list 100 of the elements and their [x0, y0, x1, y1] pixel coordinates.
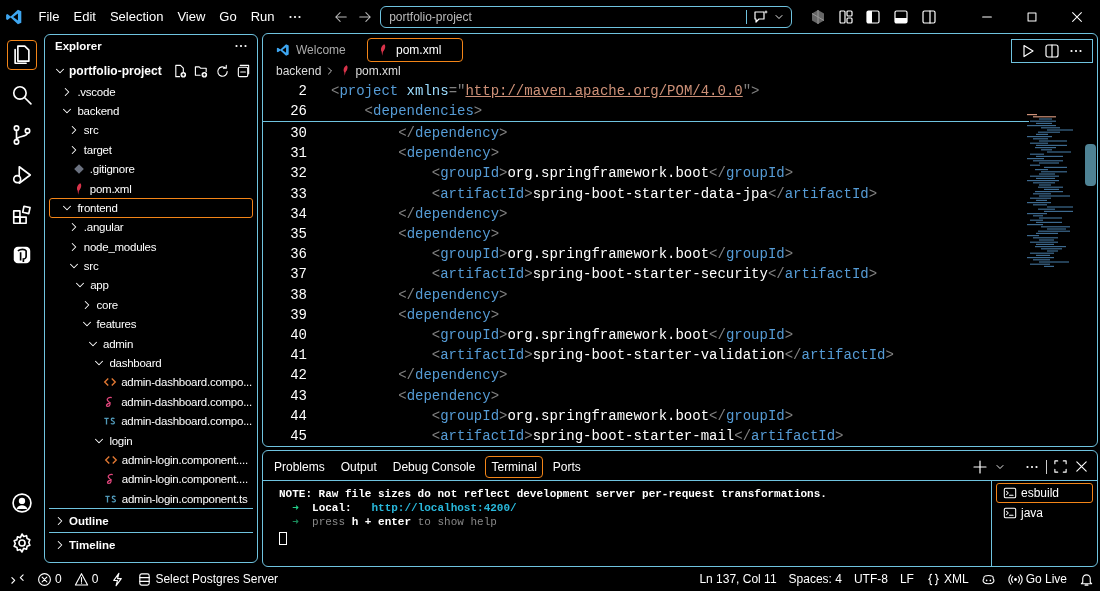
editor-tab[interactable]: pom.xml: [367, 37, 463, 62]
line-number: 32: [289, 165, 307, 182]
code-line: <artifactId>spring-boot-starter-security</artifactId>: [430, 266, 878, 283]
branch-icon: [11, 124, 33, 146]
collapse-all-icon[interactable]: [236, 63, 251, 79]
line-number: 41: [289, 347, 307, 364]
vscode-logo-icon[interactable]: [4, 7, 23, 26]
panel-tab[interactable]: Problems: [268, 455, 331, 478]
line-number: 37: [289, 266, 307, 283]
tree-item[interactable]: target: [49, 140, 253, 160]
status-item[interactable]: Select Postgres Server: [137, 571, 279, 587]
section-header[interactable]: Timeline: [49, 532, 253, 557]
tree-item[interactable]: dashboard: [49, 353, 253, 373]
line-number: 44: [289, 407, 307, 424]
status-item[interactable]: 0: [37, 571, 62, 587]
tree-item[interactable]: admin-login.component.ts: [49, 489, 253, 509]
menu-item[interactable]: File: [31, 9, 67, 24]
files-tab[interactable]: [7, 40, 37, 70]
remote-button[interactable]: [10, 571, 25, 587]
layout-icon[interactable]: [837, 8, 854, 25]
explorer-title: Explorer: [55, 40, 103, 53]
editor-tab[interactable]: Welcome: [267, 37, 363, 62]
panel-tab[interactable]: Ports: [546, 455, 587, 478]
panel-tab[interactable]: Debug Console: [386, 455, 482, 478]
line-number: 34: [289, 205, 307, 222]
chat-sparkle-icon[interactable]: [753, 8, 770, 25]
tree-item[interactable]: src: [49, 120, 253, 141]
tree-item[interactable]: admin-login.component....: [49, 469, 253, 490]
status-item[interactable]: UTF-8: [853, 571, 888, 587]
tree-item[interactable]: admin-login.component....: [49, 450, 253, 470]
menu-item[interactable]: Run: [243, 9, 282, 24]
menu-item[interactable]: Go: [212, 9, 244, 24]
line-number: 38: [289, 286, 307, 303]
line-number: 35: [289, 226, 307, 243]
panel-tab[interactable]: Terminal: [485, 455, 543, 478]
tree-item[interactable]: login: [49, 430, 253, 451]
add-icon[interactable]: [972, 458, 988, 475]
bottom-panel-icon[interactable]: [892, 8, 909, 25]
remote-icon: [10, 571, 25, 587]
maximize-icon[interactable]: [1024, 9, 1039, 24]
status-item[interactable]: Ln 137, Col 11: [699, 571, 777, 587]
project-root[interactable]: portfolio-project: [45, 60, 257, 82]
tree-item[interactable]: node_modules: [49, 237, 253, 257]
files-icon: [11, 44, 33, 66]
split-editor-icon[interactable]: [1044, 42, 1060, 59]
refresh-icon[interactable]: [215, 63, 230, 79]
scrollbar-thumb[interactable]: [1085, 144, 1096, 186]
status-item[interactable]: 0: [73, 571, 99, 587]
tree-item[interactable]: src: [49, 256, 253, 276]
tree-item[interactable]: admin-dashboard.compo...: [49, 392, 253, 412]
bell-button[interactable]: [1079, 571, 1094, 587]
new-file-icon[interactable]: [173, 63, 188, 79]
code-line: <groupId>org.springframework.boot</groupId>: [430, 326, 794, 343]
tree-item[interactable]: .angular: [49, 217, 253, 237]
run-icon[interactable]: [1020, 42, 1036, 59]
code-line: <groupId>org.springframework.boot</groupId>: [430, 165, 794, 182]
tree-item[interactable]: app: [49, 275, 253, 296]
status-item[interactable]: XML: [925, 571, 969, 587]
panel-tab[interactable]: Output: [334, 455, 383, 478]
menu-item[interactable]: Selection: [102, 9, 171, 24]
tree-item[interactable]: .vscode: [49, 81, 253, 102]
status-item[interactable]: LF: [899, 571, 914, 587]
code-line: <artifactId>spring-boot-starter-mail</artifactId>: [430, 427, 844, 444]
menu-item[interactable]: Edit: [66, 9, 103, 24]
tree-item[interactable]: admin: [49, 333, 253, 354]
back-arrow-icon[interactable]: [333, 9, 348, 24]
code-line: </dependency>: [397, 286, 508, 303]
code-line: <groupId>org.springframework.boot</groupId>: [430, 246, 794, 263]
forward-arrow-icon[interactable]: [358, 9, 373, 24]
tree-item[interactable]: frontend: [49, 198, 253, 218]
new-folder-icon[interactable]: [194, 63, 209, 79]
menu-item[interactable]: View: [170, 9, 213, 24]
line-number: 36: [289, 246, 307, 263]
line-number: 42: [289, 367, 307, 384]
status-item[interactable]: Go Live: [1007, 571, 1067, 587]
left-sidebar-icon[interactable]: [865, 8, 882, 25]
terminal-session[interactable]: java: [996, 503, 1093, 523]
tree-item[interactable]: .gitignore: [49, 159, 253, 179]
code-line: <groupId>org.springframework.boot</groupId>: [430, 407, 794, 424]
breadcrumb-item[interactable]: pom.xml: [355, 63, 401, 78]
broadcast-icon: [1007, 571, 1023, 587]
close-icon[interactable]: [1074, 459, 1089, 474]
status-item[interactable]: Spaces: 4: [788, 571, 842, 587]
tree-item[interactable]: core: [49, 295, 253, 315]
database-icon: [137, 571, 153, 587]
tree-item[interactable]: features: [49, 314, 253, 334]
section-header[interactable]: Outline: [49, 508, 253, 533]
command-center[interactable]: portfolio-project: [380, 5, 793, 28]
terminal-session[interactable]: esbuild: [996, 483, 1093, 503]
breadcrumb-item[interactable]: backend: [276, 63, 322, 78]
tree-item[interactable]: admin-dashboard.compo...: [49, 411, 253, 431]
right-sidebar-icon[interactable]: [920, 8, 937, 25]
close-icon[interactable]: [1070, 9, 1085, 24]
code-line: <project xmlns="http://maven.apache.org/POM/4.0.0">: [331, 82, 760, 99]
tree-item[interactable]: pom.xml: [49, 178, 253, 199]
maximize-panel-icon[interactable]: [1053, 459, 1068, 474]
tree-item[interactable]: backend: [49, 101, 253, 121]
tree-item[interactable]: admin-dashboard.compo...: [49, 372, 253, 393]
terminal-line: ➜ Local: http://localhost:4200/: [291, 501, 518, 516]
bell-icon: [1079, 571, 1094, 587]
